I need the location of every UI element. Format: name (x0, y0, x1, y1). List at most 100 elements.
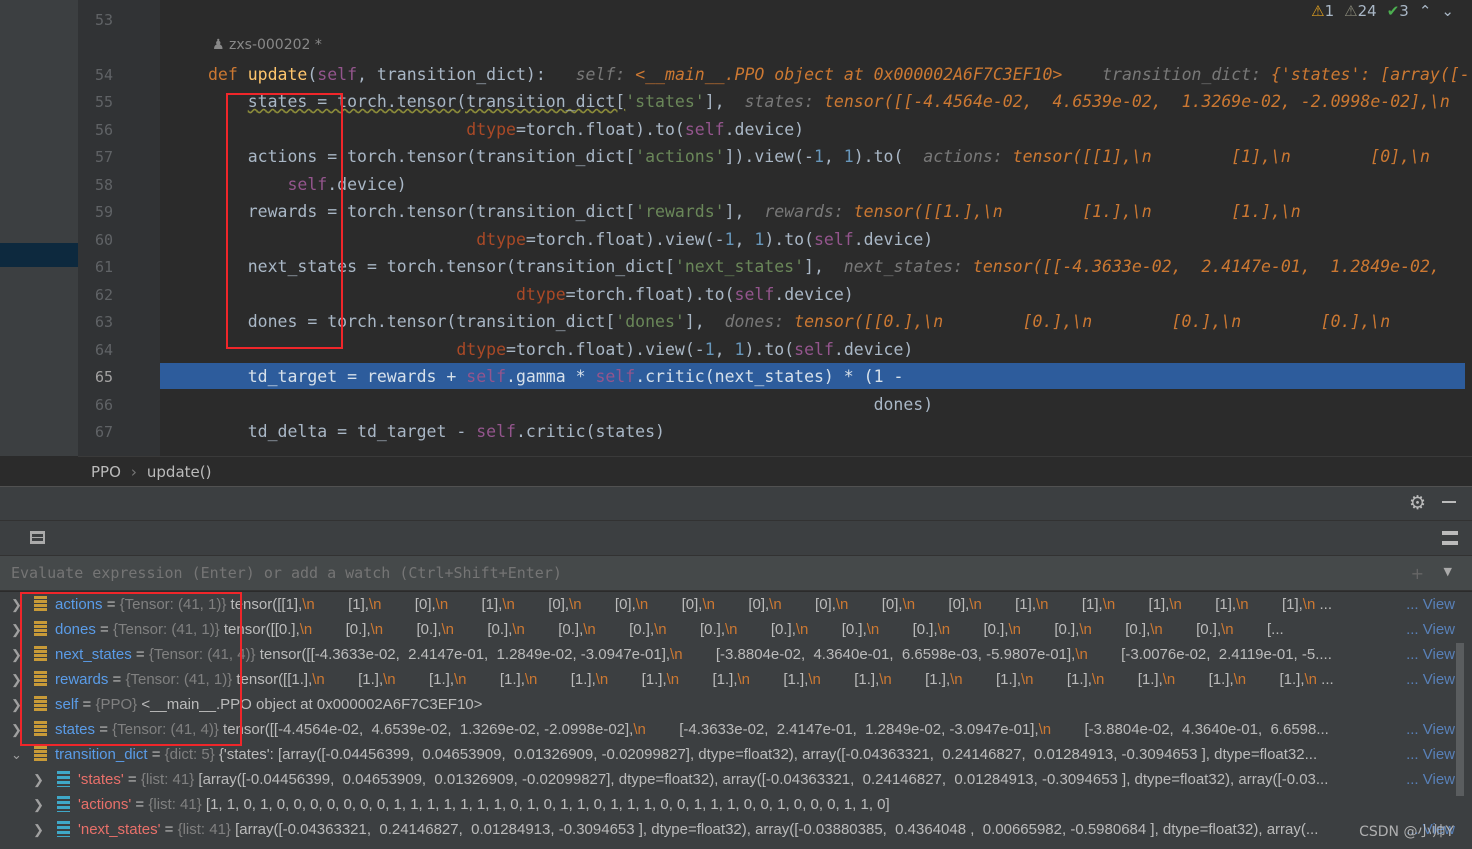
view-link[interactable]: ... View (1402, 717, 1455, 742)
code-token: .device) (853, 230, 934, 249)
variable-row[interactable]: ❯'next_states' = {list: 41} [array([-0.0… (0, 817, 1455, 842)
variable-row[interactable]: ❯'states' = {list: 41} [array([-0.044563… (0, 767, 1455, 792)
code-token: self (814, 230, 854, 249)
code-token: =torch.float).to( (565, 285, 735, 304)
variable-row[interactable]: ❯'actions' = {list: 41} [1, 1, 0, 1, 0, … (0, 792, 1455, 817)
inline-debug-value: tensor([[1],\n [1],\n [0],\n (1012, 147, 1430, 166)
code-token: 1 (704, 340, 715, 359)
code-token: .critic(next_states) * (1 - (635, 367, 904, 386)
code-token: 'states' (625, 92, 705, 111)
view-link[interactable]: ... View (1402, 667, 1455, 692)
code-line[interactable]: next_states = torch.tensor(transition_di… (208, 253, 1440, 280)
code-line[interactable]: rewards = torch.tensor(transition_dict['… (208, 198, 1301, 225)
add-watch-icon[interactable]: + (1411, 564, 1424, 583)
code-token: , (714, 340, 735, 359)
code-token: dtype (476, 230, 526, 249)
line-number[interactable]: 54 (78, 66, 113, 84)
project-selected-item[interactable] (0, 243, 78, 267)
inline-debug-value: dones: (724, 312, 795, 331)
typo-check-icon: ✔ (1386, 2, 1400, 20)
chevron-right-icon[interactable]: ❯ (33, 792, 44, 817)
line-number[interactable]: 60 (78, 231, 113, 249)
view-link[interactable]: ... View (1402, 592, 1455, 617)
code-token: dtype (456, 340, 507, 359)
code-token: 'rewards' (635, 202, 725, 221)
user-icon: ♟ (212, 37, 225, 53)
annotation-box-code (226, 93, 343, 349)
line-number[interactable]: 61 (78, 258, 113, 276)
code-token: .gamma * (506, 367, 596, 386)
inline-debug-value: tensor([[-4.4564e-02, 4.6539e-02, 1.3269… (823, 92, 1450, 111)
code-line[interactable]: td_target = rewards + self.gamma * self.… (208, 363, 904, 390)
error-icon: ⚠ (1311, 2, 1325, 20)
line-number[interactable]: 63 (78, 313, 113, 331)
variable-name: 'states' (78, 771, 124, 788)
table-view-icon[interactable] (30, 531, 45, 544)
line-number[interactable]: 56 (78, 121, 113, 139)
code-token: 'actions' (635, 147, 725, 166)
layout-icon[interactable] (1442, 531, 1458, 545)
evaluate-expression-input[interactable] (0, 556, 1380, 590)
line-number[interactable]: 59 (78, 203, 113, 221)
code-token: 1 (843, 147, 854, 166)
chevron-right-icon[interactable]: ❯ (33, 817, 44, 842)
code-line[interactable]: states = torch.tensor(transition_dict['s… (208, 88, 1450, 115)
inline-debug-value: self: (575, 65, 636, 84)
code-token: =torch.float).view(- (506, 340, 705, 359)
breadcrumb-class[interactable]: PPO (91, 463, 121, 481)
variable-value: [1, 1, 0, 1, 0, 0, 0, 0, 0, 0, 0, 1, 1, … (205, 796, 890, 813)
view-link[interactable]: ... View (1402, 617, 1455, 642)
line-number[interactable]: 67 (78, 423, 113, 441)
inline-debug-value: states: (744, 92, 824, 111)
history-dropdown-icon[interactable]: ▼ (1444, 565, 1452, 578)
inspection-widget[interactable]: ⚠1 ⚠24 ✔3 ⌃ ⌄ (1311, 2, 1454, 20)
code-line[interactable]: dones = torch.tensor(transition_dict['do… (208, 308, 1390, 335)
variables-scrollbar[interactable] (1456, 643, 1464, 796)
code-token: dtype (466, 120, 516, 139)
code-token: ]).view(- (724, 147, 814, 166)
variable-type: {list: 41} (148, 796, 202, 813)
breadcrumb-method[interactable]: update() (147, 463, 212, 481)
variable-type: {list: 41} (140, 771, 195, 788)
line-number[interactable]: 53 (78, 11, 113, 29)
code-token: ( (307, 65, 318, 84)
code-token: 'next_states' (674, 257, 805, 276)
line-number[interactable]: 58 (78, 176, 113, 194)
code-token: , (734, 230, 755, 249)
code-token: .device) (833, 340, 914, 359)
code-token: , (823, 147, 844, 166)
code-line[interactable]: def update(self, transition_dict): self:… (208, 61, 1470, 88)
code-token: ], (704, 92, 745, 111)
code-line[interactable]: dones) (208, 391, 934, 418)
debug-toolbar (0, 520, 1472, 555)
code-token: 1 (724, 230, 735, 249)
next-problem-icon[interactable]: ⌄ (1441, 2, 1454, 20)
line-number[interactable]: 66 (78, 396, 113, 414)
inline-debug-value: tensor([[1.],\n [1.],\n [1.],\n (853, 202, 1301, 221)
code-token: self (684, 120, 725, 139)
code-token: self (794, 340, 834, 359)
inline-debug-value: next_states: (843, 257, 973, 276)
code-token: ).to( (764, 230, 814, 249)
variable-type: {list: 41} (177, 821, 231, 838)
code-token: ], (804, 257, 844, 276)
line-number[interactable]: 65 (78, 368, 113, 386)
code-line[interactable]: td_delta = td_target - self.critic(state… (208, 418, 665, 445)
line-number[interactable]: 57 (78, 148, 113, 166)
previous-problem-icon[interactable]: ⌃ (1419, 2, 1432, 20)
line-number[interactable]: 55 (78, 93, 113, 111)
view-link[interactable]: ... View (1402, 742, 1455, 767)
line-number[interactable]: 62 (78, 286, 113, 304)
view-link[interactable]: ... View (1402, 767, 1455, 792)
code-line[interactable]: actions = torch.tensor(transition_dict['… (208, 143, 1430, 170)
line-number[interactable]: 64 (78, 341, 113, 359)
watermark: CSDN @小帅Y (1359, 824, 1454, 840)
debug-panel-header: ⚙ (0, 486, 1472, 520)
view-link[interactable]: ... View (1402, 642, 1455, 667)
author-inlay: ♟ zxs-000202 * (212, 37, 322, 53)
chevron-right-icon[interactable]: ❯ (33, 767, 44, 792)
minimize-icon[interactable] (1442, 501, 1456, 503)
inline-debug-value: tensor([[-4.3633e-02, 2.4147e-01, 1.2849… (972, 257, 1440, 276)
gear-icon[interactable]: ⚙ (1409, 492, 1426, 514)
code-token: self (734, 285, 775, 304)
